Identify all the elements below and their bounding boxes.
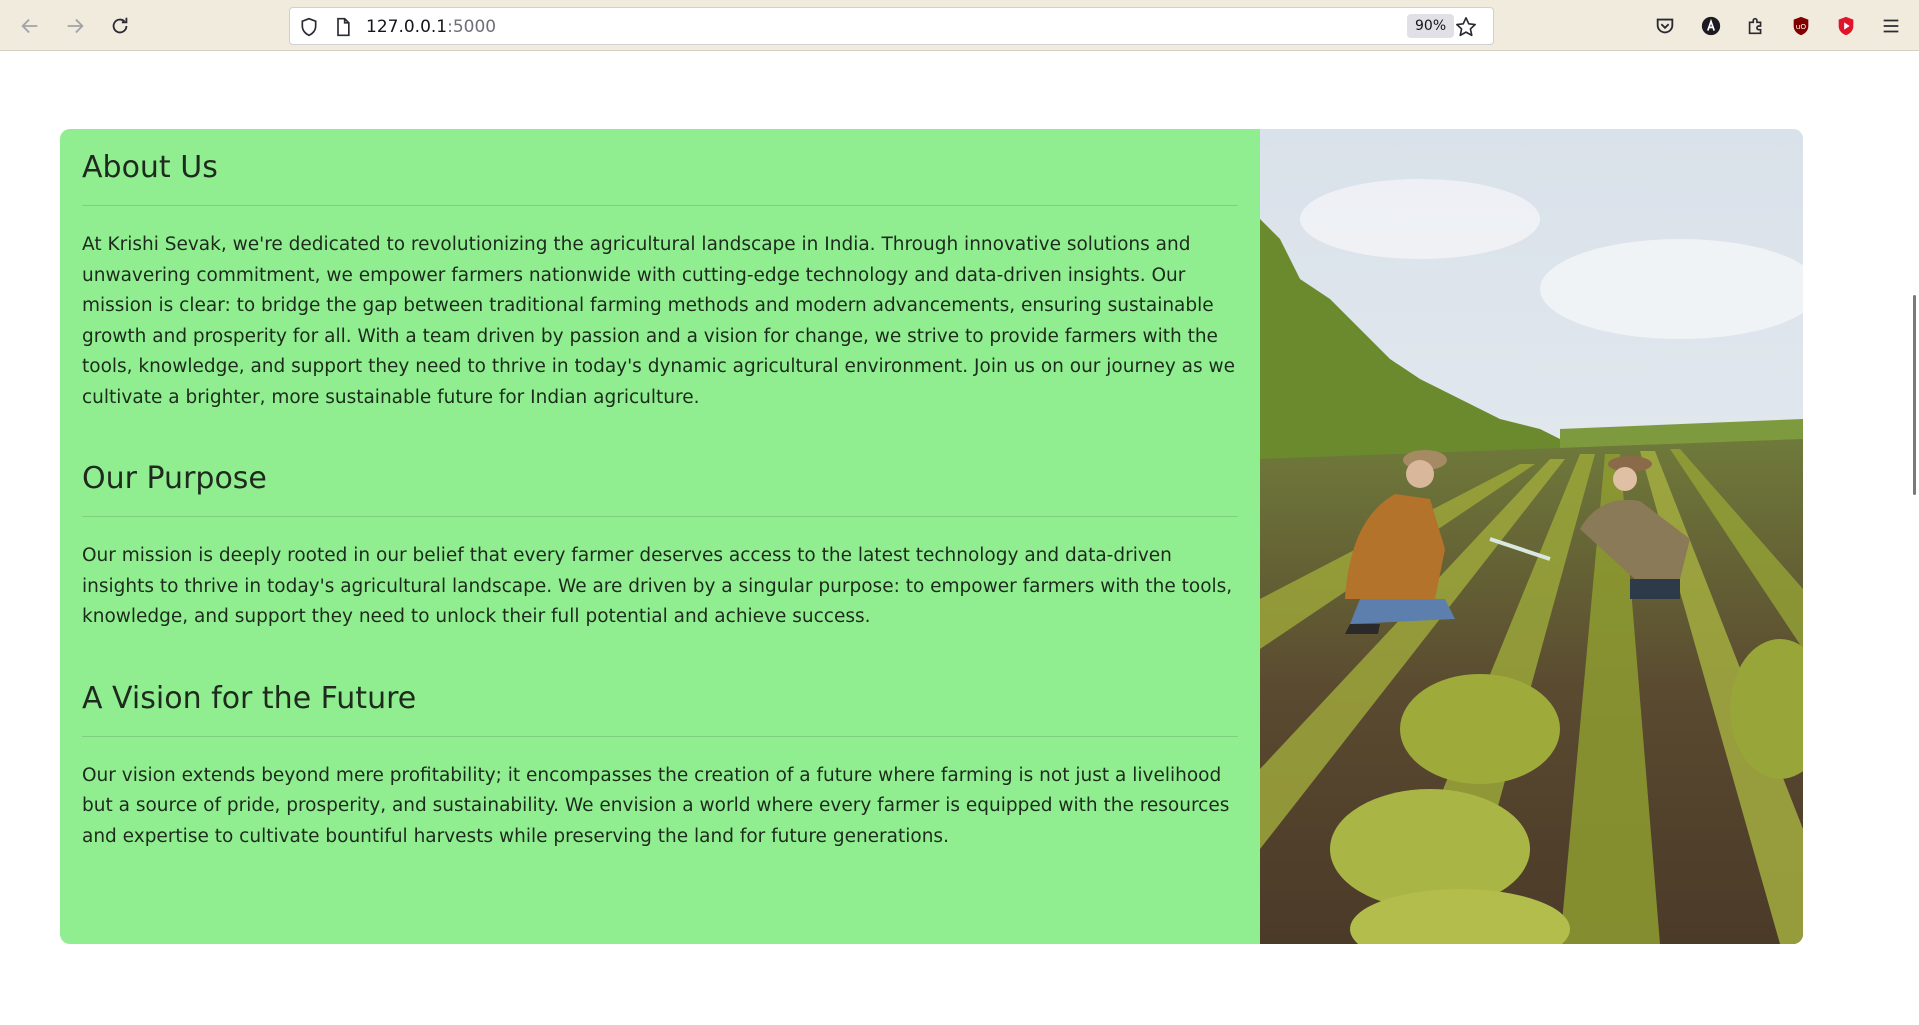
section-divider	[82, 205, 1238, 206]
reload-button[interactable]	[105, 11, 135, 41]
zoom-level-button[interactable]: 90%	[1407, 14, 1455, 38]
shield-icon[interactable]	[298, 16, 320, 38]
menu-hamburger-icon[interactable]	[1876, 11, 1906, 41]
page-scrollbar-thumb[interactable]	[1913, 295, 1916, 495]
browser-toolbar: 127.0.0.1:5000 90% uO	[0, 0, 1919, 51]
farm-field-image	[1260, 129, 1803, 944]
our-purpose-heading: Our Purpose	[82, 461, 267, 496]
section-divider	[82, 735, 1238, 737]
about-card: About Us At Krishi Sevak, we're dedicate…	[60, 129, 1803, 944]
about-us-paragraph: At Krishi Sevak, we're dedicated to revo…	[82, 234, 1236, 408]
extensions-puzzle-icon[interactable]	[1741, 11, 1771, 41]
address-bar[interactable]: 127.0.0.1:5000 90%	[289, 7, 1494, 45]
vision-paragraph: Our vision extends beyond mere profitabi…	[82, 764, 1230, 847]
forward-button[interactable]	[60, 11, 90, 41]
youtube-extension-icon[interactable]	[1831, 11, 1861, 41]
about-us-heading: About Us	[82, 150, 218, 185]
account-avatar-icon[interactable]	[1696, 11, 1726, 41]
about-text-column: About Us At Krishi Sevak, we're dedicate…	[82, 129, 1238, 852]
our-purpose-paragraph: Our mission is deeply rooted in our beli…	[82, 545, 1233, 627]
page-icon[interactable]	[332, 16, 354, 38]
farmers-field-photo	[1260, 129, 1803, 944]
back-button[interactable]	[15, 11, 45, 41]
url-port: :5000	[447, 17, 497, 37]
reload-icon	[112, 17, 128, 34]
url-text[interactable]: 127.0.0.1:5000	[366, 17, 496, 37]
svg-text:uO: uO	[1796, 22, 1807, 31]
section-divider	[82, 516, 1238, 517]
url-host: 127.0.0.1	[366, 17, 448, 37]
pocket-icon[interactable]	[1650, 11, 1680, 41]
arrow-right-icon	[67, 18, 84, 34]
arrow-left-icon	[21, 18, 38, 34]
vision-heading: A Vision for the Future	[82, 680, 417, 716]
bookmark-star-icon[interactable]	[1455, 16, 1477, 38]
ublock-origin-icon[interactable]: uO	[1786, 11, 1816, 41]
